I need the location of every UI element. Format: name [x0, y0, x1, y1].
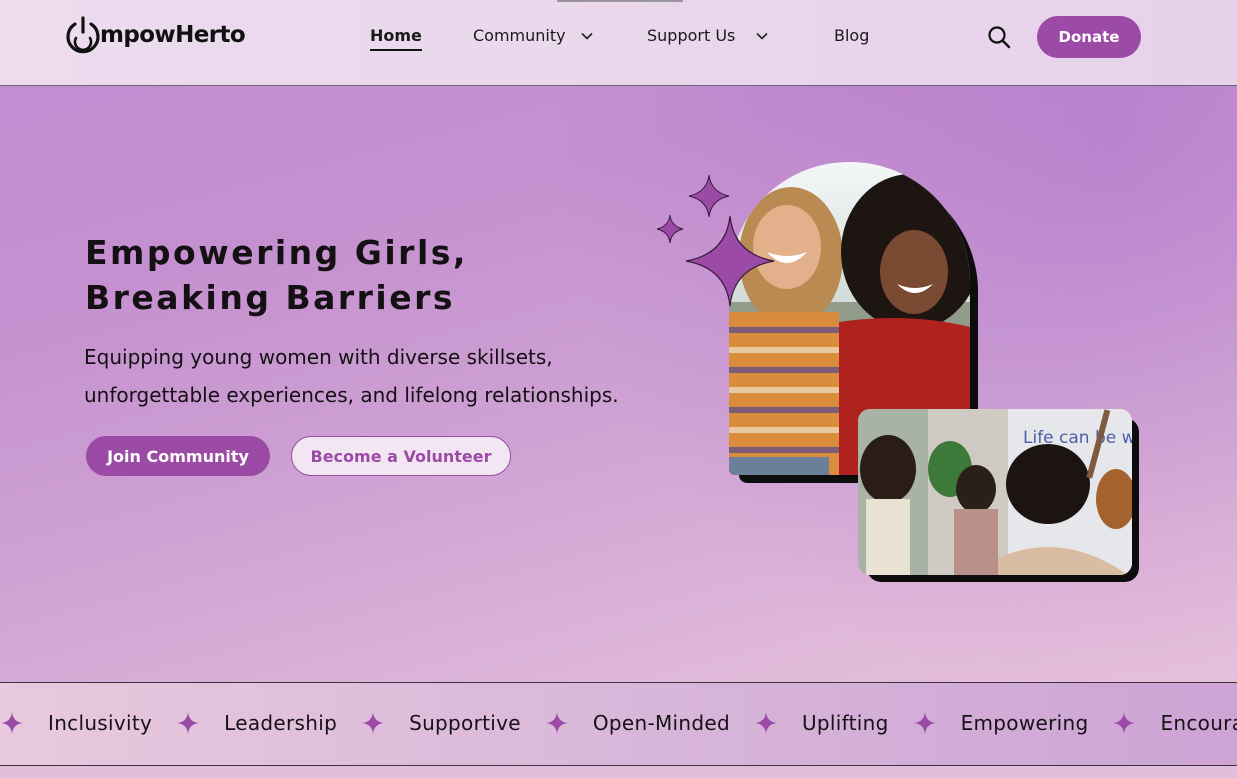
value-item: Supportive: [409, 711, 521, 735]
nav-community[interactable]: Community: [473, 26, 594, 45]
value-item: Leadership: [224, 711, 338, 735]
value-item: Uplifting: [801, 711, 889, 735]
nav-blog-label: Blog: [834, 26, 870, 45]
chevron-down-icon: [581, 32, 593, 40]
nav-support-us[interactable]: Support Us: [647, 26, 769, 45]
nav-community-label: Community: [473, 26, 566, 45]
hero-section: Empowering Girls, Breaking Barriers Equi…: [0, 86, 1237, 682]
join-community-button[interactable]: Join Community: [86, 436, 270, 476]
sparkle-icon: [362, 712, 385, 734]
donate-button[interactable]: Donate: [1037, 16, 1141, 58]
become-volunteer-button[interactable]: Become a Volunteer: [291, 436, 511, 476]
values-marquee: Inclusivity Leadership Supportive Open-M…: [0, 682, 1237, 766]
sparkle-icon: [1113, 712, 1136, 734]
sparkle-icon: [177, 712, 200, 734]
value-item: Encourag: [1160, 711, 1237, 735]
hero-title-line2: Breaking Barriers: [85, 278, 456, 317]
nav-blog[interactable]: Blog: [834, 26, 869, 45]
marquee-track: Inclusivity Leadership Supportive Open-M…: [0, 711, 1237, 735]
chevron-down-icon: [756, 32, 768, 40]
nav-home[interactable]: Home: [370, 26, 422, 51]
hero-subtitle-line2: unforgettable experiences, and lifelong …: [84, 383, 619, 407]
search-icon: [988, 26, 1011, 49]
hero-title-line1: Empowering Girls,: [85, 233, 468, 272]
top-scroll-indicator: [557, 0, 683, 2]
nav-home-label: Home: [370, 26, 422, 45]
brand-name: mpowHerto: [100, 22, 246, 48]
bottom-strip: [0, 766, 1237, 778]
sparkle-icon: [1, 712, 23, 734]
hero-title: Empowering Girls, Breaking Barriers: [85, 230, 505, 320]
sparkle-icon: [754, 712, 777, 734]
sparkle-icon: [656, 174, 775, 307]
nav-support-label: Support Us: [647, 26, 736, 45]
hero-subtitle: Equipping young women with diverse skill…: [84, 338, 684, 414]
sparkle-icon: [545, 712, 568, 734]
value-item: Empowering: [960, 711, 1089, 735]
value-item: Inclusivity: [48, 711, 153, 735]
search-button[interactable]: [987, 25, 1011, 49]
hero-subtitle-line1: Equipping young women with diverse skill…: [84, 345, 553, 369]
hero-photo-group: Life can be weird.: [858, 409, 1132, 575]
power-icon: [66, 16, 100, 54]
site-header: mpowHerto Home Community Support Us Blog…: [0, 0, 1237, 86]
value-item: Open-Minded: [592, 711, 730, 735]
logo-link[interactable]: mpowHerto: [63, 14, 246, 56]
group-photo-illustration: Life can be weird.: [858, 409, 1132, 575]
sparkle-icon: [913, 712, 936, 734]
